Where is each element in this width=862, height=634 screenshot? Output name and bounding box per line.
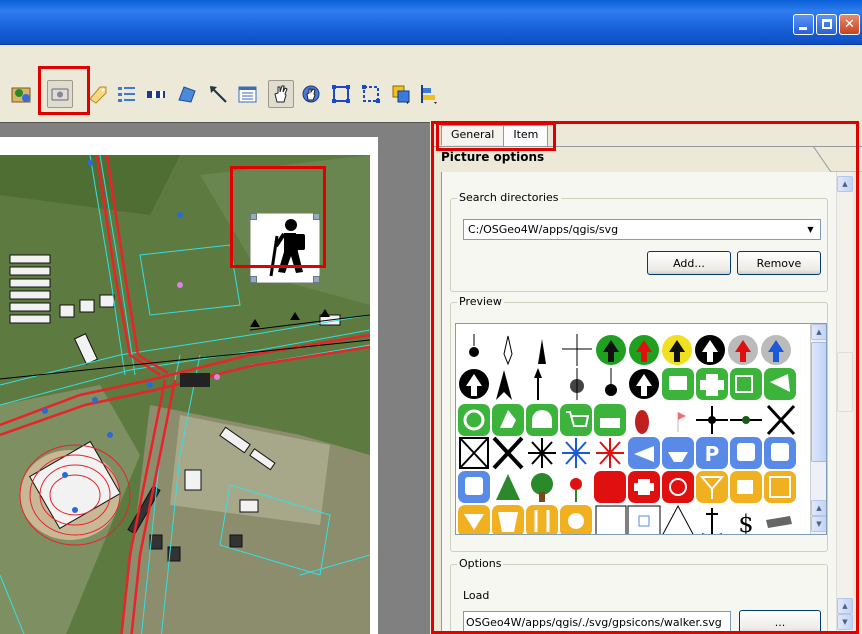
group-title: Search directories xyxy=(457,191,561,204)
tab-tail xyxy=(783,146,862,172)
close-icon: ✕ xyxy=(844,17,855,32)
align-icon xyxy=(421,85,437,104)
combo-value: C:/OSGeo4W/apps/qgis/svg xyxy=(468,223,619,236)
scroll-thumb[interactable] xyxy=(811,342,826,462)
map-item[interactable] xyxy=(0,155,370,634)
tab-bar: General Item xyxy=(441,124,549,147)
add-table-icon xyxy=(238,86,257,103)
resize-handle[interactable] xyxy=(313,213,320,220)
panel-scrollbar[interactable]: ▲ ▲ ▼ xyxy=(836,172,853,634)
move-content-icon xyxy=(302,85,320,103)
chevron-down-icon[interactable]: ▼ xyxy=(803,222,818,237)
add-legend-button[interactable] xyxy=(113,80,139,108)
tab-item[interactable]: Item xyxy=(503,124,549,146)
svg-symbol-preview-list[interactable]: P $ ▲ ▲ ▼ xyxy=(455,323,827,535)
group-items-button[interactable] xyxy=(328,80,354,108)
search-directory-combobox[interactable]: C:/OSGeo4W/apps/qgis/svg ▼ xyxy=(463,219,821,240)
add-image-button[interactable] xyxy=(47,80,73,108)
add-shape-icon xyxy=(178,86,196,103)
add-arrow-icon xyxy=(210,86,227,103)
svg-symbol-grid: P $ xyxy=(458,334,796,535)
dollar-symbol: $ xyxy=(738,510,753,535)
scroll-down-icon[interactable]: ▼ xyxy=(837,614,853,630)
add-table-button[interactable] xyxy=(234,80,260,108)
browse-button[interactable]: ... xyxy=(739,610,821,634)
title-bar: ✕ xyxy=(0,0,862,45)
raise-items-button[interactable] xyxy=(388,80,414,108)
composer-canvas[interactable] xyxy=(0,122,430,634)
tab-general[interactable]: General xyxy=(441,125,505,145)
scroll-up-icon[interactable]: ▲ xyxy=(837,176,853,192)
close-button[interactable]: ✕ xyxy=(839,14,860,35)
item-properties-panel: General Item Picture options Search dire… xyxy=(433,120,862,634)
add-legend-icon xyxy=(118,87,135,102)
svg-path-field[interactable]: OSGeo4W/apps/qgis/./svg/gpsicons/walker.… xyxy=(463,611,731,633)
picture-options-scroll-area: Search directories C:/OSGeo4W/apps/qgis/… xyxy=(441,172,836,634)
select-move-button[interactable] xyxy=(268,80,294,108)
scroll-up-icon[interactable]: ▲ xyxy=(837,598,853,614)
add-shape-button[interactable] xyxy=(174,80,200,108)
align-items-button[interactable] xyxy=(416,80,442,108)
maximize-button[interactable] xyxy=(816,14,837,35)
group-title: Preview xyxy=(457,295,504,308)
remove-directory-button[interactable]: Remove xyxy=(737,251,821,275)
add-directory-button[interactable]: Add... xyxy=(647,251,731,275)
resize-handle[interactable] xyxy=(250,213,257,220)
svg-text:P: P xyxy=(705,442,720,466)
preview-group: Preview P $ ▲ ▲ ▼ xyxy=(450,295,828,552)
add-arrow-button[interactable] xyxy=(205,80,231,108)
panel-title: Picture options xyxy=(441,150,545,164)
scroll-thumb[interactable] xyxy=(837,352,853,412)
scroll-down-icon[interactable]: ▼ xyxy=(811,516,826,532)
walker-picture-item[interactable] xyxy=(250,213,320,283)
window-controls: ✕ xyxy=(793,14,860,36)
resize-handle[interactable] xyxy=(250,276,257,283)
scroll-up-icon[interactable]: ▲ xyxy=(811,324,826,340)
group-title: Options xyxy=(457,557,504,570)
load-label: Load xyxy=(463,589,490,602)
paper-page xyxy=(0,137,378,634)
add-scalebar-icon xyxy=(147,91,165,98)
move-content-button[interactable] xyxy=(298,80,324,108)
add-map-button[interactable] xyxy=(8,80,34,108)
select-move-icon xyxy=(274,85,288,103)
preview-scrollbar[interactable]: ▲ ▲ ▼ xyxy=(810,324,826,534)
add-scalebar-button[interactable] xyxy=(143,80,169,108)
hiker-icon xyxy=(269,219,305,277)
group-icon xyxy=(332,85,350,103)
add-label-button[interactable] xyxy=(84,80,110,108)
add-image-icon xyxy=(51,88,69,101)
composer-toolbar xyxy=(0,76,862,114)
ungroup-items-button[interactable] xyxy=(358,80,384,108)
maximize-icon xyxy=(822,19,832,29)
minimize-button[interactable] xyxy=(793,14,814,35)
search-directories-group: Search directories C:/OSGeo4W/apps/qgis/… xyxy=(450,191,828,292)
add-label-icon xyxy=(89,86,107,104)
minimize-icon xyxy=(799,27,807,30)
scroll-up-icon[interactable]: ▲ xyxy=(811,500,826,516)
raise-icon xyxy=(392,85,410,104)
ungroup-icon xyxy=(362,85,380,103)
add-map-icon xyxy=(11,87,31,103)
resize-handle[interactable] xyxy=(313,276,320,283)
options-group: Options Load OSGeo4W/apps/qgis/./svg/gps… xyxy=(450,557,828,634)
